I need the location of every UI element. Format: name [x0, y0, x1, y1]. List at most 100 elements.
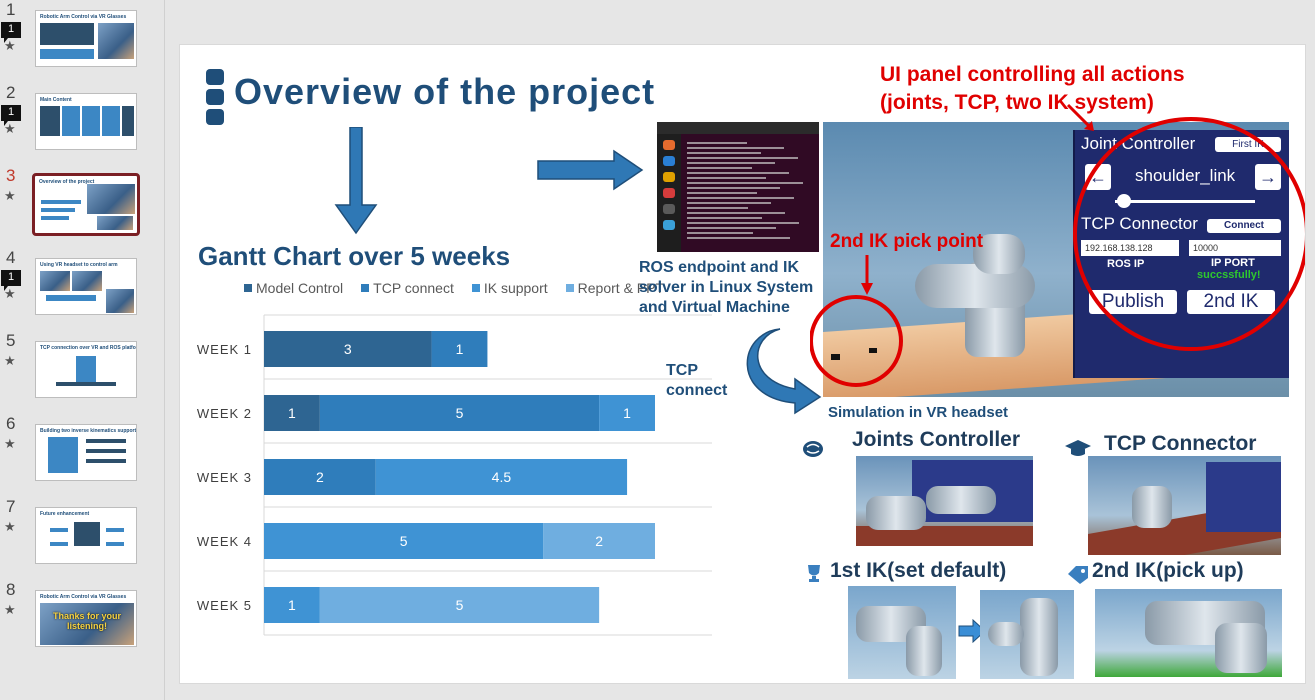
thumbnail-graphic	[97, 216, 133, 230]
slide-title[interactable]: Overview of the project	[234, 71, 655, 113]
terminal-text-line	[687, 232, 753, 234]
slide-thumbnail-image[interactable]: Building two inverse kinematics support	[35, 424, 137, 481]
slide-thumbnail-image[interactable]: Future enhancement	[35, 507, 137, 564]
legend-swatch	[565, 284, 574, 292]
terminal-text-line	[687, 152, 761, 154]
bar-data-label: 1	[456, 341, 464, 357]
slide-thumbnail-5[interactable]: 5 ★ TCP connection over VR and ROS platfor…	[0, 331, 165, 401]
slide-thumbnail-6[interactable]: 6 ★ Building two inverse kinematics suppor…	[0, 414, 165, 484]
firefox-icon	[663, 140, 675, 150]
slide-thumbnail-1[interactable]: 1 1 ★ Robotic Arm Control via VR Glasses	[0, 0, 165, 70]
slide-number: 6	[6, 414, 16, 433]
slide-thumbnail-image[interactable]: Using VR headset to control arm	[35, 258, 137, 315]
slide-thumbnail-image[interactable]: Main Content	[35, 93, 137, 150]
terminal-text-line	[687, 222, 799, 224]
terminal-text-line	[687, 147, 784, 149]
ik2-pick-point-annotation: 2nd IK pick point	[830, 231, 984, 252]
second-ik-heading: 2nd IK(pick up)	[1092, 559, 1244, 582]
terminal-text-line	[687, 157, 798, 159]
first-ik-photo-before	[848, 586, 956, 679]
bar-data-label: 0	[488, 341, 496, 357]
app-icon	[663, 172, 675, 182]
slide-thumbnail-3[interactable]: 3 ★ Overview of the project	[0, 166, 165, 236]
thumbnail-graphic	[106, 289, 134, 313]
category-label: WEEK 1	[197, 342, 252, 357]
slide-number: 8	[6, 580, 16, 599]
bar-data-label: 1	[288, 597, 296, 613]
thumbnail-graphic	[86, 449, 126, 453]
thumbnail-graphic	[106, 542, 124, 546]
legend-item: TCP connect	[361, 280, 454, 296]
slide-thumbnail-2[interactable]: 2 1 ★ Main Content	[0, 83, 165, 153]
bar-data-label: 4.5	[492, 469, 512, 485]
thumbnail-graphic	[102, 106, 120, 136]
bar-data-label: 3	[344, 341, 352, 357]
bar-data-label: 1	[288, 405, 296, 421]
thumbnail-graphic	[86, 439, 126, 443]
bar-data-label: 5	[456, 405, 464, 421]
thumbnail-graphic	[87, 184, 135, 214]
slide-thumbnail-8[interactable]: 8 ★ Robotic Arm Control via VR Glasses Than…	[0, 580, 165, 650]
slide-number: 3	[6, 166, 16, 185]
slide-thumbnail-4[interactable]: 4 1 ★ Using VR headset to control arm	[0, 248, 165, 318]
slide-number: 7	[6, 497, 16, 516]
thumbnail-graphic	[72, 271, 102, 291]
comment-count-icon[interactable]: 1	[1, 105, 21, 126]
ros-endpoint-label: ROS endpoint and IK solver in Linux Syst…	[639, 259, 814, 316]
gantt-chart[interactable]: WEEK 1 3 1 0 WEEK 2 1 5 1 WEEK 3 2 4.5 WEEK 4 5 2 WEEK…	[180, 307, 720, 637]
thumbnail-graphic	[106, 528, 124, 532]
tcp-connect-text: TCP connect	[666, 362, 728, 399]
ui-panel-annotation-line2: (joints, TCP, two IK system)	[880, 91, 1154, 114]
tcp-connect-label: TCP connect	[666, 361, 746, 401]
pick-point-pointer-arrowhead	[861, 283, 873, 295]
thumbnail-graphic	[41, 208, 75, 212]
slide-thumbnail-image[interactable]: Robotic Arm Control via VR Glasses	[35, 10, 137, 67]
slide-thumbnail-image[interactable]: Robotic Arm Control via VR Glasses Thanks…	[35, 590, 137, 647]
gantt-chart-svg: WEEK 1 3 1 0 WEEK 2 1 5 1 WEEK 3 2 4.5 WEEK 4 5 2 WEEK…	[197, 314, 712, 636]
terminal-text-line	[687, 187, 780, 189]
tcp-connector-photo	[1088, 456, 1281, 555]
comment-count-icon[interactable]: 1	[1, 22, 21, 43]
gantt-chart-title[interactable]: Gantt Chart over 5 weeks	[198, 241, 510, 272]
down-arrow-icon	[334, 127, 378, 235]
terminal-text-line	[687, 192, 757, 194]
legend-item: IK support	[471, 280, 548, 296]
thumbnail-thanks-text: Thanks for your listening!	[52, 611, 121, 631]
slide-canvas[interactable]: Overview of the project Gantt Chart over…	[179, 44, 1306, 684]
animation-star-icon: ★	[4, 353, 16, 368]
slide-thumbnail-image[interactable]: Overview of the project	[32, 173, 140, 236]
trophy-icon	[808, 565, 820, 582]
animation-star-icon: ★	[4, 286, 16, 301]
joints-controller-photo	[856, 456, 1033, 546]
terminal-text-line	[687, 162, 775, 164]
bar-data-label: 2	[316, 469, 324, 485]
terminal-text-line	[687, 182, 803, 184]
tag-icon	[1068, 566, 1088, 584]
category-label: WEEK 5	[197, 598, 252, 613]
ui-panel-highlight-circle	[1073, 117, 1305, 351]
legend-label: Model Control	[256, 280, 344, 296]
terminal-text-line	[687, 197, 794, 199]
terminal-screenshot	[657, 122, 819, 252]
slide-thumbnail-7[interactable]: 7 ★ Future enhancement	[0, 497, 165, 567]
graduation-cap-icon	[1065, 440, 1091, 456]
right-arrow-icon	[537, 149, 644, 191]
joints-controller-heading: Joints Controller	[852, 428, 1021, 451]
slide-thumbnail-pane[interactable]: 1 1 ★ Robotic Arm Control via VR Glasses 2 1 ★…	[0, 0, 165, 700]
thumbnail-graphic	[98, 23, 134, 59]
tcp-connector-heading: TCP Connector	[1104, 432, 1257, 455]
legend-swatch	[244, 284, 252, 292]
category-label: WEEK 4	[197, 534, 252, 549]
thumbnail-graphic	[41, 216, 69, 220]
thumbnail-title: Using VR headset to control arm	[40, 262, 118, 268]
terminal-text-line	[687, 217, 762, 219]
legend-label: TCP connect	[373, 280, 454, 296]
ui-panel-annotation-line1: UI panel controlling all actions	[880, 63, 1185, 86]
thumbnail-title: Future enhancement	[40, 511, 90, 517]
thumbnail-title: Main Content	[40, 97, 72, 103]
comment-count-icon[interactable]: 1	[1, 270, 21, 291]
thumbnail-graphic	[62, 106, 80, 136]
slide-thumbnail-image[interactable]: TCP connection over VR and ROS platform	[35, 341, 137, 398]
first-ik-photo-after	[980, 590, 1074, 679]
bar-data-label: 1	[623, 405, 631, 421]
